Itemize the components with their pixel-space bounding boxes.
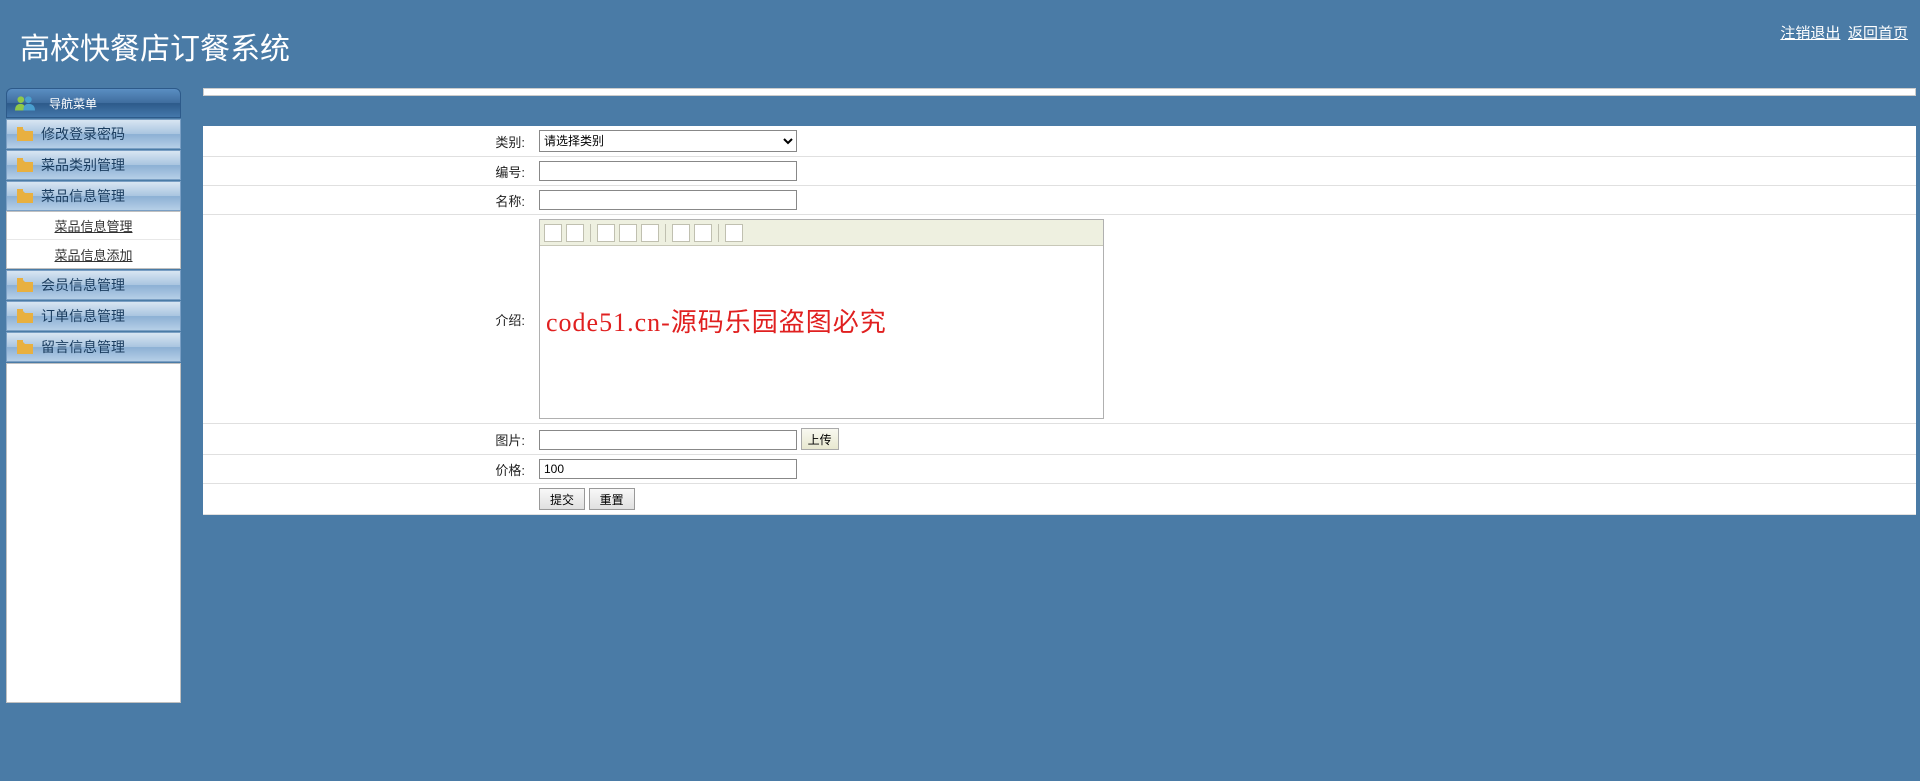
header: 高校快餐店订餐系统 注销退出 返回首页: [0, 0, 1920, 84]
toolbar-btn-icon[interactable]: [672, 224, 690, 242]
toolbar-separator: [665, 224, 666, 242]
toolbar-btn-icon[interactable]: [619, 224, 637, 242]
watermark-text: code51.cn-源码乐园盗图必究: [546, 302, 887, 339]
content: 类别: 请选择类别 编号: 名称: 介绍:: [203, 126, 1916, 515]
editor-body[interactable]: code51.cn-源码乐园盗图必究: [540, 246, 1103, 418]
content-top-bar: [203, 88, 1916, 96]
sub-item-dish-manage[interactable]: 菜品信息管理: [7, 212, 180, 240]
logout-link[interactable]: 注销退出: [1780, 25, 1840, 42]
folder-icon: [17, 309, 33, 323]
price-label: 价格:: [203, 455, 533, 484]
rich-editor: code51.cn-源码乐园盗图必究: [539, 219, 1104, 419]
code-label: 编号:: [203, 157, 533, 186]
editor-toolbar: [540, 220, 1103, 246]
folder-icon: [17, 127, 33, 141]
nav-header: 导航菜单: [6, 88, 181, 118]
submit-button[interactable]: 提交: [539, 488, 585, 510]
toolbar-btn-icon[interactable]: [725, 224, 743, 242]
category-label: 类别:: [203, 126, 533, 157]
sidebar-item-label: 修改登录密码: [41, 124, 125, 144]
toolbar-btn-icon[interactable]: [566, 224, 584, 242]
sub-item-dish-add[interactable]: 菜品信息添加: [7, 240, 180, 268]
name-input[interactable]: [539, 190, 797, 210]
toolbar-btn-icon[interactable]: [597, 224, 615, 242]
toolbar-separator: [590, 224, 591, 242]
price-input[interactable]: [539, 459, 797, 479]
name-label: 名称:: [203, 186, 533, 215]
content-wrap: 类别: 请选择类别 编号: 名称: 介绍:: [187, 84, 1920, 781]
folder-icon: [17, 158, 33, 172]
sidebar-item-password[interactable]: 修改登录密码: [6, 119, 181, 149]
image-input[interactable]: [539, 430, 797, 450]
toolbar-btn-icon[interactable]: [694, 224, 712, 242]
folder-icon: [17, 189, 33, 203]
nav-sub: 菜品信息管理 菜品信息添加: [6, 211, 181, 269]
sidebar: 导航菜单 修改登录密码 菜品类别管理 菜品信息管理 菜品信息管理 菜品信息添加 …: [0, 84, 187, 781]
folder-icon: [17, 278, 33, 292]
empty-label: [203, 484, 533, 515]
app-title: 高校快餐店订餐系统: [20, 24, 290, 68]
nav-header-label: 导航菜单: [49, 95, 97, 112]
sidebar-item-label: 会员信息管理: [41, 275, 125, 295]
reset-button[interactable]: 重置: [589, 488, 635, 510]
toolbar-btn-icon[interactable]: [544, 224, 562, 242]
sidebar-item-label: 菜品信息管理: [41, 186, 125, 206]
sidebar-item-message[interactable]: 留言信息管理: [6, 332, 181, 362]
sidebar-item-label: 订单信息管理: [41, 306, 125, 326]
category-select[interactable]: 请选择类别: [539, 130, 797, 152]
folder-icon: [17, 340, 33, 354]
toolbar-separator: [718, 224, 719, 242]
intro-label: 介绍:: [203, 215, 533, 424]
people-icon: [15, 95, 35, 111]
sidebar-item-dish-info[interactable]: 菜品信息管理: [6, 181, 181, 211]
code-input[interactable]: [539, 161, 797, 181]
sidebar-item-label: 留言信息管理: [41, 337, 125, 357]
sidebar-bottom: [6, 363, 181, 703]
image-label: 图片:: [203, 424, 533, 455]
header-links: 注销退出 返回首页: [1776, 22, 1908, 43]
sidebar-item-category[interactable]: 菜品类别管理: [6, 150, 181, 180]
toolbar-btn-icon[interactable]: [641, 224, 659, 242]
upload-button[interactable]: 上传: [801, 428, 839, 450]
main: 导航菜单 修改登录密码 菜品类别管理 菜品信息管理 菜品信息管理 菜品信息添加 …: [0, 84, 1920, 781]
sidebar-item-order[interactable]: 订单信息管理: [6, 301, 181, 331]
sidebar-item-label: 菜品类别管理: [41, 155, 125, 175]
home-link[interactable]: 返回首页: [1848, 25, 1908, 42]
form-table: 类别: 请选择类别 编号: 名称: 介绍:: [203, 126, 1916, 515]
sidebar-item-member[interactable]: 会员信息管理: [6, 270, 181, 300]
